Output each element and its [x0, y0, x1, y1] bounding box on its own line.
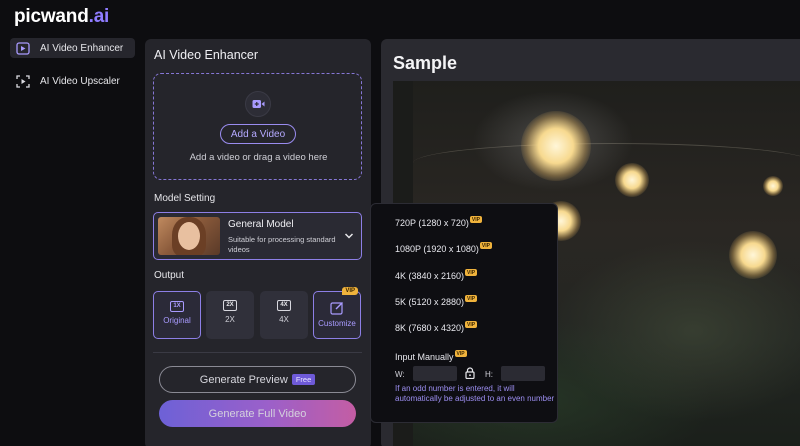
video-upscale-icon	[16, 74, 30, 88]
resolution-option-1080p[interactable]: 1080P (1920 x 1080) VIP	[395, 242, 492, 254]
width-label: W:	[395, 370, 405, 379]
sample-title: Sample	[393, 53, 458, 73]
model-select[interactable]: General Model Suitable for processing st…	[153, 212, 362, 260]
vip-badge: VIP	[465, 295, 478, 302]
panel-title: AI Video Enhancer	[154, 48, 259, 62]
output-option-customize[interactable]: VIP Customize	[313, 287, 361, 339]
chevron-down-icon[interactable]	[344, 231, 354, 241]
resolution-option-4k[interactable]: 4K (3840 x 2160) VIP	[395, 269, 478, 281]
vip-badge: VIP	[479, 242, 492, 249]
vip-badge: VIP	[469, 216, 482, 223]
resolution-option-8k[interactable]: 8K (7680 x 4320) VIP	[395, 321, 478, 333]
app-logo[interactable]: picwand.ai	[14, 6, 109, 28]
input-manually-label: Input Manually VIP	[395, 350, 467, 362]
free-badge: Free	[291, 374, 316, 385]
output-option-1x[interactable]: 1X Original	[153, 291, 201, 339]
resolution-dropdown: 720P (1280 x 720) VIP 1080P (1920 x 1080)…	[370, 203, 558, 423]
edit-icon	[330, 302, 343, 315]
height-label: H:	[485, 370, 493, 379]
video-enhance-icon	[16, 41, 30, 55]
vip-badge: VIP	[454, 350, 467, 357]
output-label: Output	[154, 270, 185, 281]
generate-preview-label: Generate Preview	[199, 373, 288, 386]
output-option-label: 2X	[225, 315, 235, 324]
model-description: Suitable for processing standard videos	[228, 235, 336, 254]
model-thumbnail	[158, 217, 220, 255]
vip-badge: VIP	[465, 321, 478, 328]
output-option-label: Customize	[318, 319, 356, 328]
scale-2x-icon: 2X	[223, 300, 237, 311]
output-options: 1X Original 2X 2X 4X 4X VIP Customize	[153, 287, 362, 339]
lock-icon[interactable]	[465, 367, 475, 379]
output-option-2x[interactable]: 2X 2X	[206, 291, 254, 339]
sidebar-item-video-enhancer[interactable]: AI Video Enhancer	[10, 38, 135, 58]
sidebar-item-label: AI Video Upscaler	[40, 75, 120, 87]
generate-preview-button[interactable]: Generate Preview Free	[159, 366, 356, 393]
scale-4x-icon: 4X	[277, 300, 291, 311]
divider	[153, 352, 362, 353]
vip-badge: VIP	[342, 287, 358, 295]
output-option-label: 4X	[279, 315, 289, 324]
video-dropzone[interactable]: Add a Video Add a video or drag a video …	[153, 73, 362, 180]
model-setting-label: Model Setting	[154, 193, 216, 204]
resolution-option-5k[interactable]: 5K (5120 x 2880) VIP	[395, 295, 478, 307]
width-input[interactable]	[413, 366, 457, 381]
add-video-button[interactable]: Add a Video	[220, 124, 296, 144]
dropzone-hint: Add a video or drag a video here	[189, 152, 328, 163]
sidebar-item-video-upscaler[interactable]: AI Video Upscaler	[10, 71, 135, 91]
resolution-option-720p[interactable]: 720P (1280 x 720) VIP	[395, 216, 482, 228]
enhancer-panel: AI Video Enhancer Add a Video Add a vide…	[145, 39, 371, 446]
sidebar-item-label: AI Video Enhancer	[40, 42, 124, 54]
odd-number-note: If an odd number is entered, it will aut…	[395, 384, 555, 403]
output-option-label: Original	[163, 316, 191, 325]
scale-1x-icon: 1X	[170, 301, 184, 312]
model-name: General Model	[228, 219, 294, 230]
add-video-icon	[245, 91, 271, 117]
height-input[interactable]	[501, 366, 545, 381]
app-window: picwand.ai AI Video Enhancer AI Video Up…	[0, 0, 800, 446]
vip-badge: VIP	[465, 269, 478, 276]
generate-full-video-button[interactable]: Generate Full Video	[159, 400, 356, 427]
output-option-4x[interactable]: 4X 4X	[260, 291, 308, 339]
